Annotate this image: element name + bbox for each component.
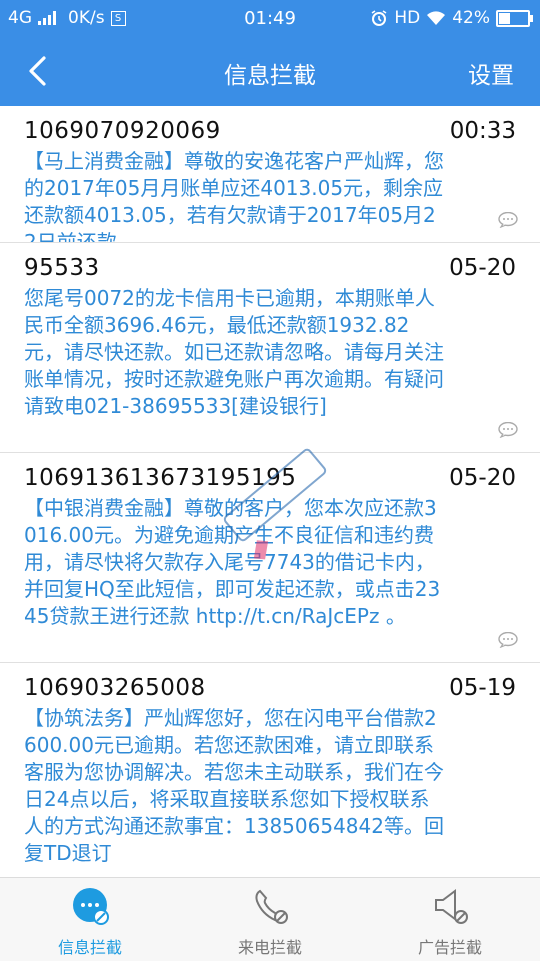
message-block-icon xyxy=(73,888,109,925)
battery-percent: 42% xyxy=(452,8,490,28)
battery-fill xyxy=(499,12,510,24)
alarm-icon xyxy=(371,10,387,26)
message-item[interactable]: 106903265008 05-19 【协筑法务】严灿辉您好，您在闪电平台借款26… xyxy=(0,663,540,873)
status-bar: 4G 0K/s S 01:49 HD 42% xyxy=(0,0,540,36)
speaker-block-icon xyxy=(435,889,468,924)
status-right: HD 42% xyxy=(370,8,533,28)
message-item[interactable]: 1069070920069 00:33 【马上消费金融】尊敬的安逸花客户严灿辉，您… xyxy=(0,106,540,243)
wifi-icon xyxy=(427,11,446,25)
chat-bubble-icon[interactable] xyxy=(498,212,518,228)
phone-block-icon xyxy=(255,889,288,924)
tab-message-block[interactable]: 信息拦截 xyxy=(0,878,180,961)
tab-label: 信息拦截 xyxy=(57,938,122,957)
chat-bubble-icon[interactable] xyxy=(498,632,518,648)
message-sender: 1069070920069 xyxy=(24,118,221,144)
tab-ad-block[interactable]: 广告拦截 xyxy=(360,878,540,961)
message-list[interactable]: 1069070920069 00:33 【马上消费金融】尊敬的安逸花客户严灿辉，您… xyxy=(0,106,540,877)
tab-call-block[interactable]: 来电拦截 xyxy=(180,878,360,961)
message-body: 您尾号0072的龙卡信用卡已逾期，本期账单人民币全额3696.46元，最低还款额… xyxy=(24,286,444,418)
navigation-bar: 信息拦截 设置 xyxy=(0,36,540,106)
tab-label: 来电拦截 xyxy=(237,938,302,957)
message-sender: 106903265008 xyxy=(24,675,206,701)
message-item[interactable]: 1069136136731951​95 05-20 【中银消费金融】尊敬的客户，您… xyxy=(0,453,540,663)
message-item[interactable]: 95533 05-20 您尾号0072的龙卡信用卡已逾期，本期账单人民币全额369… xyxy=(0,243,540,453)
message-time: 05-20 xyxy=(449,465,516,491)
message-time: 00:33 xyxy=(449,118,516,144)
message-body: 【马上消费金融】尊敬的安逸花客户严灿辉，您的2017年05月月账单应还4013.… xyxy=(24,149,444,243)
page-title: 信息拦截 xyxy=(224,63,316,89)
message-body: 【协筑法务】严灿辉您好，您在闪电平台借款2600.00元已逾期。若您还款困难，请… xyxy=(24,706,444,865)
tab-label: 广告拦截 xyxy=(417,938,482,957)
message-time: 05-19 xyxy=(449,675,516,701)
hd-indicator: HD xyxy=(394,8,421,28)
settings-button[interactable]: 设置 xyxy=(468,56,514,90)
battery-icon xyxy=(496,9,533,27)
chat-bubble-icon[interactable] xyxy=(498,422,518,438)
message-time: 05-20 xyxy=(449,255,516,281)
message-sender: 1069136136731951​95 xyxy=(24,465,297,491)
message-sender: 95533 xyxy=(24,255,100,281)
message-body: 【中银消费金融】尊敬的客户，您本次应还款3016.00元。为避免逾期产生不良征信… xyxy=(24,496,441,628)
bottom-tab-bar: 信息拦截 来电拦截 广告拦截 xyxy=(0,877,540,961)
